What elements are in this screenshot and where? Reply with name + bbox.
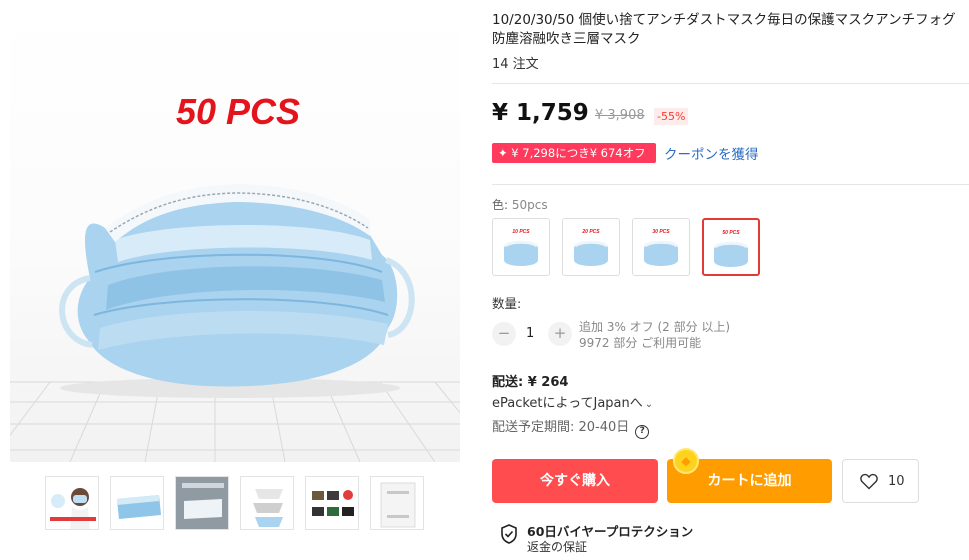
quantity-input[interactable]: 1 <box>526 326 534 341</box>
color-option-10pcs[interactable]: 10 PCS <box>492 218 550 276</box>
badge-text: 50 PCS <box>176 91 300 132</box>
thumbnail-6[interactable] <box>370 476 424 530</box>
heart-icon <box>860 473 878 490</box>
mask-product-illustration: 50 PCS <box>10 91 460 462</box>
shield-check-icon <box>501 524 517 544</box>
swatch-label: 20 PCS <box>581 229 600 235</box>
help-icon[interactable]: ? <box>635 425 650 439</box>
quantity-decrease-button[interactable]: − <box>492 322 516 346</box>
delivery-time: 配送予定期間: 20-40日? <box>492 416 650 439</box>
coupon-badge[interactable]: ✦ ¥ 7,298につき¥ 674オフ <box>492 143 656 163</box>
coin-icon: ◆ <box>673 448 699 474</box>
main-product-image[interactable]: 50 PCS <box>10 10 460 462</box>
thumbnail-2[interactable] <box>110 476 164 530</box>
quantity-note: 追加 3% オフ (2 部分 以上) 9972 部分 ご利用可能 <box>579 319 730 351</box>
thumbnail-4[interactable] <box>240 476 294 530</box>
swatch-label: 50 PCS <box>722 230 740 236</box>
color-option-30pcs[interactable]: 30 PCS <box>632 218 690 276</box>
coupon-badge-text: ¥ 7,298につき¥ 674オフ <box>511 146 646 160</box>
color-selected-value: 50pcs <box>511 198 548 212</box>
thumbnail-1[interactable] <box>45 476 99 530</box>
thumbnail-5[interactable] <box>305 476 359 530</box>
quantity-increase-button[interactable]: + <box>548 322 572 346</box>
color-label-text: 色: <box>492 198 509 212</box>
wishlist-count: 10 <box>888 474 905 489</box>
buy-now-button[interactable]: 今すぐ購入 <box>492 459 658 503</box>
swatch-label: 30 PCS <box>652 229 670 235</box>
delivery-time-text: 配送予定期間: 20-40日 <box>492 420 630 435</box>
quantity-label: 数量: <box>492 296 522 311</box>
order-count: 14 注文 <box>492 57 539 72</box>
bulk-discount-note: 追加 3% オフ (2 部分 以上) <box>579 320 731 334</box>
original-price: ¥ 3,908 <box>595 108 645 123</box>
divider <box>492 83 969 84</box>
protection-subtitle: 返金の保証 <box>527 540 588 554</box>
current-price: ¥ 1,759 <box>492 100 589 126</box>
color-option-50pcs[interactable]: 50 PCS <box>702 218 760 276</box>
discount-badge: -55% <box>654 108 689 125</box>
swatch-label: 10 PCS <box>512 229 530 235</box>
thumbnail-3[interactable] <box>175 476 229 530</box>
chevron-down-icon: ⌄ <box>644 399 654 410</box>
shipping-method-text: ePacketによってJapanへ <box>492 396 643 411</box>
stock-available: 9972 部分 ご利用可能 <box>579 336 702 350</box>
sparkle-icon: ✦ <box>498 146 512 160</box>
divider <box>492 184 969 185</box>
wishlist-button[interactable]: 10 <box>842 459 919 503</box>
product-title: 10/20/30/50 個使い捨てアンチダストマスク毎日の保護マスクアンチフォグ… <box>492 12 956 47</box>
get-coupon-link[interactable]: クーポンを獲得 <box>664 143 759 163</box>
shipping-method-selector[interactable]: ePacketによってJapanへ ⌄ <box>492 392 653 411</box>
color-label: 色: 50pcs <box>492 196 548 213</box>
color-option-20pcs[interactable]: 20 PCS <box>562 218 620 276</box>
shipping-price: 配送: ¥ 264 <box>492 375 569 390</box>
